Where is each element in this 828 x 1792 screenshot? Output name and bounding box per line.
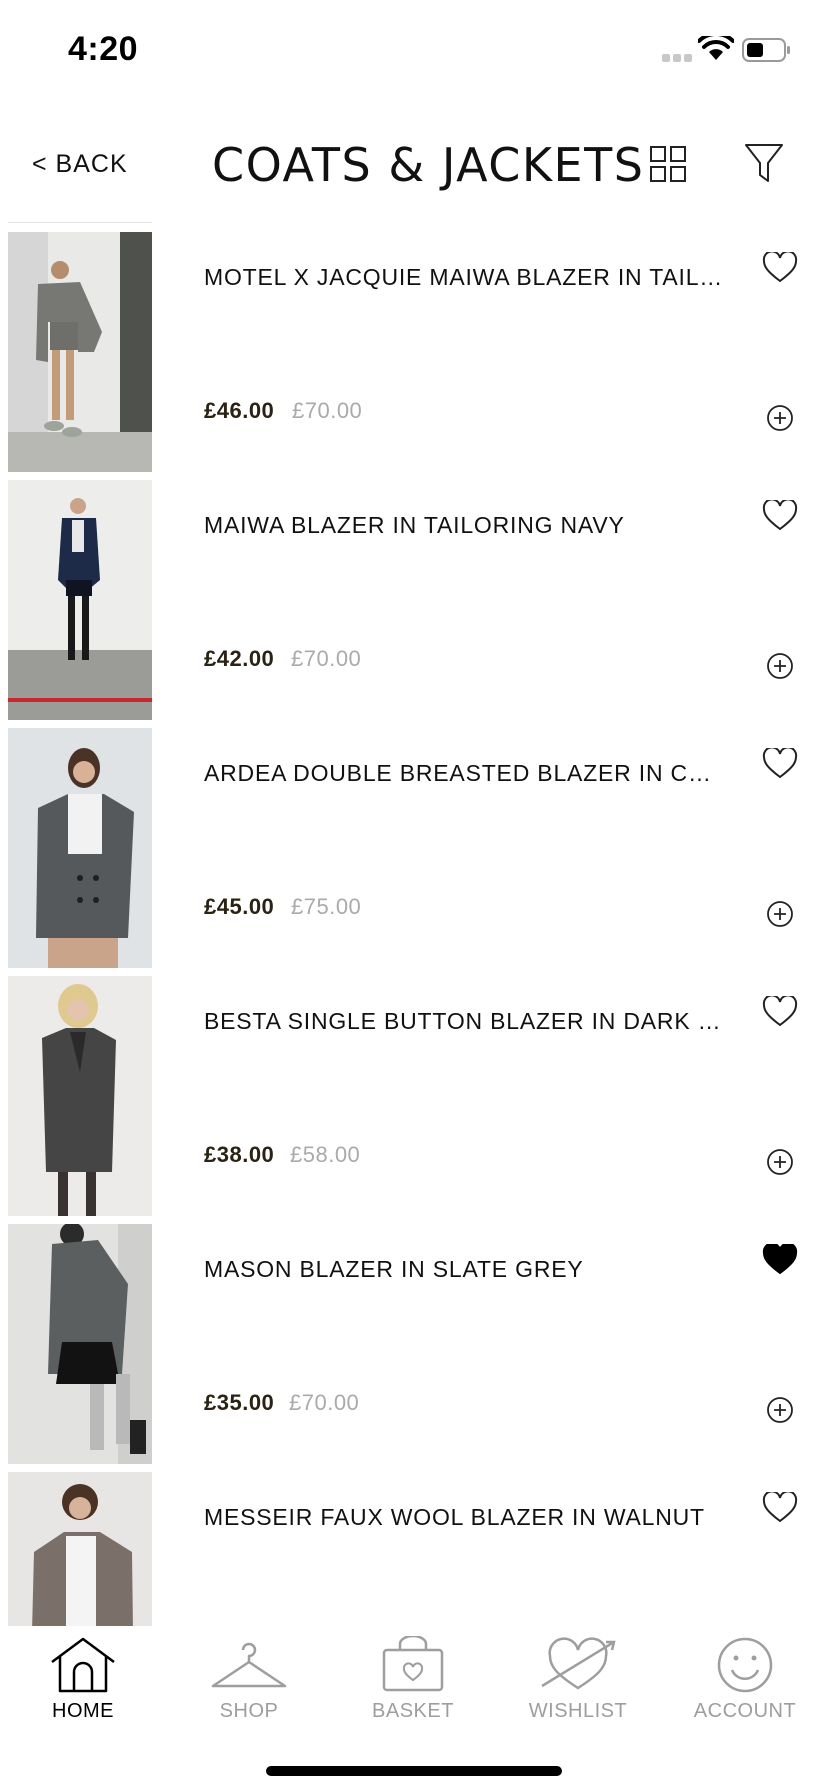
sale-price: £42.00 <box>204 646 275 671</box>
original-price: £70.00 <box>292 398 363 423</box>
heart-outline-icon[interactable] <box>762 996 798 1028</box>
back-button[interactable]: < BACK <box>32 150 128 179</box>
status-time: 4:20 <box>68 30 139 68</box>
tab-basket[interactable]: BASKET <box>338 1636 488 1736</box>
original-price: £70.00 <box>289 1390 360 1415</box>
tab-label: BASKET <box>372 1700 454 1722</box>
product-list[interactable]: MOTEL X JACQUIE MAIWA BLAZER IN TAILO...… <box>0 232 828 1626</box>
product-name[interactable]: MASON BLAZER IN SLATE GREY <box>204 1256 724 1283</box>
heart-arrow-icon <box>541 1637 616 1690</box>
product-name[interactable]: BESTA SINGLE BUTTON BLAZER IN DARK C... <box>204 1008 724 1035</box>
sale-price: £38.00 <box>204 1142 275 1167</box>
tab-label: ACCOUNT <box>693 1700 797 1722</box>
sale-price: £46.00 <box>204 398 275 423</box>
product-image[interactable] <box>8 480 152 720</box>
basket-icon <box>382 1636 444 1692</box>
sale-price: £35.00 <box>204 1390 275 1415</box>
tab-label: HOME <box>52 1700 114 1722</box>
sale-price: £45.00 <box>204 894 275 919</box>
battery-icon <box>742 38 790 62</box>
product-image[interactable] <box>8 728 152 968</box>
header-divider <box>8 222 152 223</box>
cellular-signal-icon <box>662 54 692 62</box>
status-bar: 4:20 <box>0 0 828 100</box>
hanger-icon <box>211 1642 287 1688</box>
heart-outline-icon[interactable] <box>762 1492 798 1524</box>
tab-label: WISHLIST <box>528 1700 628 1722</box>
product-name[interactable]: MOTEL X JACQUIE MAIWA BLAZER IN TAILO... <box>204 264 724 291</box>
add-to-basket-icon[interactable] <box>766 1148 794 1176</box>
tab-label: SHOP <box>219 1700 279 1722</box>
page-title: COATS & JACKETS <box>212 138 645 192</box>
grid-view-icon[interactable] <box>650 146 686 182</box>
original-price: £58.00 <box>290 1142 361 1167</box>
product-row[interactable]: MOTEL X JACQUIE MAIWA BLAZER IN TAILO...… <box>0 232 828 472</box>
product-image[interactable] <box>8 1224 152 1464</box>
heart-outline-icon[interactable] <box>762 252 798 284</box>
product-image[interactable] <box>8 976 152 1216</box>
product-row[interactable]: MESSEIR FAUX WOOL BLAZER IN WALNUT <box>0 1472 828 1626</box>
smiley-icon <box>717 1637 773 1693</box>
product-row[interactable]: MASON BLAZER IN SLATE GREY £35.00 £70.00 <box>0 1224 828 1464</box>
product-image[interactable] <box>8 1472 152 1626</box>
add-to-basket-icon[interactable] <box>766 900 794 928</box>
product-name[interactable]: ARDEA DOUBLE BREASTED BLAZER IN CHA... <box>204 760 724 787</box>
add-to-basket-icon[interactable] <box>766 652 794 680</box>
original-price: £70.00 <box>291 646 362 671</box>
add-to-basket-icon[interactable] <box>766 1396 794 1424</box>
product-row[interactable]: MAIWA BLAZER IN TAILORING NAVY £42.00 £7… <box>0 480 828 720</box>
home-icon <box>51 1637 115 1693</box>
wifi-icon <box>698 36 734 60</box>
heart-filled-icon[interactable] <box>762 1244 798 1276</box>
heart-outline-icon[interactable] <box>762 748 798 780</box>
product-row[interactable]: ARDEA DOUBLE BREASTED BLAZER IN CHA... £… <box>0 728 828 968</box>
product-name[interactable]: MAIWA BLAZER IN TAILORING NAVY <box>204 512 724 539</box>
original-price: £75.00 <box>291 894 362 919</box>
filter-icon[interactable] <box>744 142 784 184</box>
tab-account[interactable]: ACCOUNT <box>670 1636 820 1736</box>
heart-outline-icon[interactable] <box>762 500 798 532</box>
tab-home[interactable]: HOME <box>8 1636 158 1736</box>
add-to-basket-icon[interactable] <box>766 404 794 432</box>
product-image[interactable] <box>8 232 152 472</box>
tab-shop[interactable]: SHOP <box>174 1636 324 1736</box>
product-name[interactable]: MESSEIR FAUX WOOL BLAZER IN WALNUT <box>204 1504 724 1531</box>
product-row[interactable]: BESTA SINGLE BUTTON BLAZER IN DARK C... … <box>0 976 828 1216</box>
navigation-header: < BACK COATS & JACKETS <box>0 100 828 224</box>
home-indicator <box>266 1766 562 1776</box>
tab-wishlist[interactable]: WISHLIST <box>503 1636 653 1736</box>
